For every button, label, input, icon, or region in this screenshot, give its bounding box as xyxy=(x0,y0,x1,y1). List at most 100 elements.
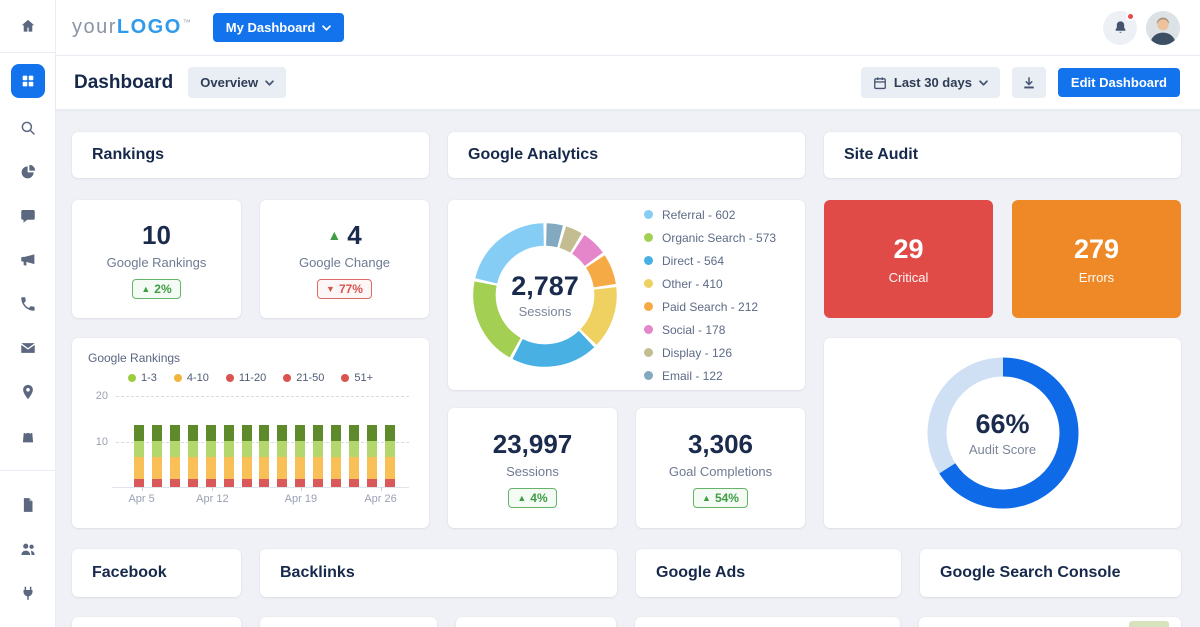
x-axis-tick xyxy=(212,487,213,491)
legend-item: Referral - 602 xyxy=(644,208,776,222)
notifications-button[interactable] xyxy=(1103,11,1137,45)
errors-card: 279 Errors xyxy=(1012,200,1181,318)
trend-badge: ▲2% xyxy=(132,279,180,299)
calendar-icon xyxy=(873,76,887,90)
user-avatar[interactable] xyxy=(1146,11,1180,45)
legend-item: Other - 410 xyxy=(644,277,776,291)
backlinks-stat-card-clipped xyxy=(260,617,437,627)
chevron-down-icon xyxy=(265,80,274,86)
stat-label: Goal Completions xyxy=(669,464,772,479)
critical-issues-card: 29 Critical xyxy=(824,200,993,318)
down-arrow-icon: ▼ xyxy=(326,284,335,294)
bar-segment xyxy=(152,479,162,487)
view-selector-button[interactable]: Overview xyxy=(188,67,286,98)
search-console-card-clipped xyxy=(919,617,1181,627)
stacked-bar xyxy=(206,425,216,487)
mail-icon[interactable] xyxy=(18,338,38,358)
stacked-bar xyxy=(295,425,305,487)
facebook-stat-card-clipped xyxy=(72,617,241,627)
shopping-bag-icon[interactable] xyxy=(18,426,38,446)
bar-segment xyxy=(331,479,341,487)
date-range-label: Last 30 days xyxy=(894,75,972,90)
legend-dot-icon xyxy=(644,348,653,357)
donut-legend: Referral - 602 Organic Search - 573 Direct… xyxy=(644,208,776,383)
bar-segment xyxy=(349,441,359,458)
legend-item: 1-3 xyxy=(128,372,157,384)
edit-dashboard-button[interactable]: Edit Dashboard xyxy=(1058,68,1180,97)
section-title: Site Audit xyxy=(844,146,918,164)
legend-label: 4-10 xyxy=(187,372,209,384)
location-pin-icon[interactable] xyxy=(18,382,38,402)
audit-score-gauge: 66% Audit Score xyxy=(917,347,1089,519)
bar-segment xyxy=(170,457,180,479)
app-window: yourLOGO™ My Dashboard xyxy=(0,0,1200,627)
up-arrow-icon: ▲ xyxy=(702,493,711,503)
legend-label: Paid Search - 212 xyxy=(662,300,758,314)
legend-item: 4-10 xyxy=(174,372,209,384)
bar-segment xyxy=(331,441,341,458)
legend-label: Social - 178 xyxy=(662,323,725,337)
section-title: Rankings xyxy=(92,146,164,164)
page-title: Dashboard xyxy=(74,72,173,94)
trend-badge xyxy=(1129,621,1169,627)
legend-label: Referral - 602 xyxy=(662,208,735,222)
trend-badge: ▼77% xyxy=(317,279,372,299)
legend-label: Other - 410 xyxy=(662,277,723,291)
x-axis-tick xyxy=(301,487,302,491)
stat-label: Google Rankings xyxy=(107,255,207,270)
legend-item: 51+ xyxy=(341,372,373,384)
bar-segment xyxy=(224,479,234,487)
legend-label: Organic Search - 573 xyxy=(662,231,776,245)
stacked-bar xyxy=(313,425,323,487)
chat-icon[interactable] xyxy=(18,206,38,226)
bar-segment xyxy=(385,425,395,441)
legend-item: Direct - 564 xyxy=(644,254,776,268)
megaphone-icon[interactable] xyxy=(18,250,38,270)
avatar-image xyxy=(1146,11,1180,45)
errors-label: Errors xyxy=(1079,270,1114,285)
legend-dot-icon xyxy=(644,325,653,334)
bar-segment xyxy=(152,457,162,479)
google-ads-card-clipped xyxy=(635,617,900,627)
chart-legend: 1-3 4-10 11-20 21-50 51+ xyxy=(88,372,413,384)
sidebar-item-dashboard[interactable] xyxy=(11,64,45,98)
dashboard-grid-icon xyxy=(20,73,36,89)
bar-segment xyxy=(277,457,287,479)
pie-chart-icon[interactable] xyxy=(18,162,38,182)
date-range-button[interactable]: Last 30 days xyxy=(861,67,1000,98)
legend-item: 21-50 xyxy=(283,372,324,384)
bar-segment xyxy=(295,441,305,458)
legend-item: Paid Search - 212 xyxy=(644,300,776,314)
users-icon[interactable] xyxy=(18,539,38,559)
x-axis-tick-label: Apr 12 xyxy=(196,493,228,505)
phone-icon[interactable] xyxy=(18,294,38,314)
plug-icon[interactable] xyxy=(18,583,38,603)
my-dashboard-button[interactable]: My Dashboard xyxy=(213,13,345,42)
section-title: Google Ads xyxy=(656,564,745,582)
legend-dot-icon xyxy=(341,374,349,382)
legend-dot-icon xyxy=(128,374,136,382)
bar-segment xyxy=(206,425,216,441)
clipped-card-row xyxy=(72,617,1181,627)
bar-segment xyxy=(277,441,287,458)
goal-completions-stat-card: 3,306 Goal Completions ▲54% xyxy=(636,408,805,528)
legend-item: 11-20 xyxy=(226,372,266,384)
up-arrow-icon: ▲ xyxy=(327,227,341,243)
backlinks-stat-card-clipped xyxy=(456,617,616,627)
bar-segment xyxy=(367,441,377,458)
download-button[interactable] xyxy=(1012,67,1046,98)
bar-segment xyxy=(259,441,269,458)
audit-score-label: Audit Score xyxy=(969,442,1036,457)
stacked-bar xyxy=(259,425,269,487)
home-icon[interactable] xyxy=(18,16,38,36)
legend-dot-icon xyxy=(644,279,653,288)
legend-item: Display - 126 xyxy=(644,346,776,360)
site-audit-section: Site Audit 29 Critical 279 Errors xyxy=(824,132,1181,528)
file-icon[interactable] xyxy=(18,495,38,515)
sessions-total: 2,787 xyxy=(511,271,579,302)
legend-item: Organic Search - 573 xyxy=(644,231,776,245)
search-icon[interactable] xyxy=(18,118,38,138)
section-title: Google Analytics xyxy=(468,146,598,164)
legend-dot-icon xyxy=(174,374,182,382)
backlinks-title-card: Backlinks xyxy=(260,549,617,597)
